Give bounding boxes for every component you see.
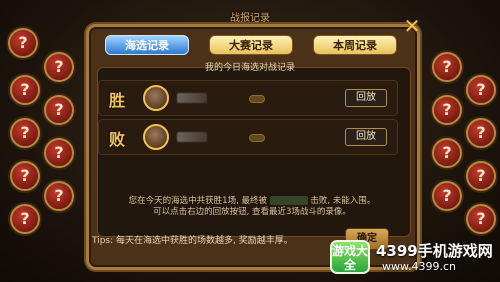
slot-left-4[interactable]: ? — [10, 161, 40, 191]
slot-right-5[interactable]: ? — [466, 75, 496, 105]
slot-left-3[interactable]: ? — [10, 118, 40, 148]
close-icon[interactable]: ✕ — [402, 16, 422, 36]
player-avatar — [143, 85, 169, 111]
slot-right-2[interactable]: ? — [432, 95, 462, 125]
slot-right-3[interactable]: ? — [432, 138, 462, 168]
tab-tournament[interactable]: 大赛记录 — [209, 35, 293, 55]
tips-text: Tips: 每天在海选中获胜的场数越多, 奖励越丰厚。 — [92, 236, 293, 246]
section-heading: 我的今日海选对战记录 — [204, 63, 295, 73]
battle-summary: 您在今天的海选中共获胜1场, 最终被 击败, 未能入围。 可以点击右边的回放按钮… — [110, 196, 394, 218]
record-row-win: 胜 回放 — [98, 80, 398, 116]
player-name-masked — [177, 93, 207, 103]
summary-prefix: 您在今天的海选中共获胜1场, 最终被 — [128, 196, 267, 206]
slot-left-9[interactable]: ? — [44, 181, 74, 211]
opponent-name-masked — [269, 196, 308, 205]
summary-line-1: 您在今天的海选中共获胜1场, 最终被 击败, 未能入围。 — [110, 196, 394, 207]
coin-icon — [249, 95, 265, 103]
slot-right-4[interactable]: ? — [432, 181, 462, 211]
slot-left-5[interactable]: ? — [10, 204, 40, 234]
watermark-4399: 游戏大全 4399手机游戏网 www.4399.cn — [320, 232, 500, 280]
slot-right-7[interactable]: ? — [466, 161, 496, 191]
player-name-masked — [177, 132, 207, 142]
watermark-logo: 游戏大全 — [330, 240, 370, 274]
slot-right-1[interactable]: ? — [432, 52, 462, 82]
tab-sea-selection[interactable]: 海选记录 — [105, 35, 189, 55]
replay-button[interactable]: 回放 — [345, 128, 387, 146]
watermark-title: 4399手机游戏网 — [376, 242, 493, 260]
player-avatar — [143, 124, 169, 150]
summary-suffix: 击败, 未能入围。 — [310, 196, 376, 206]
tab-weekly[interactable]: 本周记录 — [313, 35, 397, 55]
slot-right-8[interactable]: ? — [466, 204, 496, 234]
result-label-loss: 败 — [109, 130, 126, 149]
summary-line-2: 可以点击右边的回放按钮, 查看最近3场战斗的录像。 — [153, 207, 351, 217]
result-label-win: 胜 — [109, 91, 126, 110]
record-row-loss: 败 回放 — [98, 119, 398, 155]
slot-left-7[interactable]: ? — [44, 95, 74, 125]
slot-left-6[interactable]: ? — [44, 52, 74, 82]
slot-right-6[interactable]: ? — [466, 118, 496, 148]
slot-left-1[interactable]: ? — [8, 28, 38, 58]
slot-left-8[interactable]: ? — [44, 138, 74, 168]
watermark-url: www.4399.cn — [382, 260, 456, 273]
replay-button[interactable]: 回放 — [345, 89, 387, 107]
coin-icon — [249, 134, 265, 142]
slot-left-2[interactable]: ? — [10, 75, 40, 105]
